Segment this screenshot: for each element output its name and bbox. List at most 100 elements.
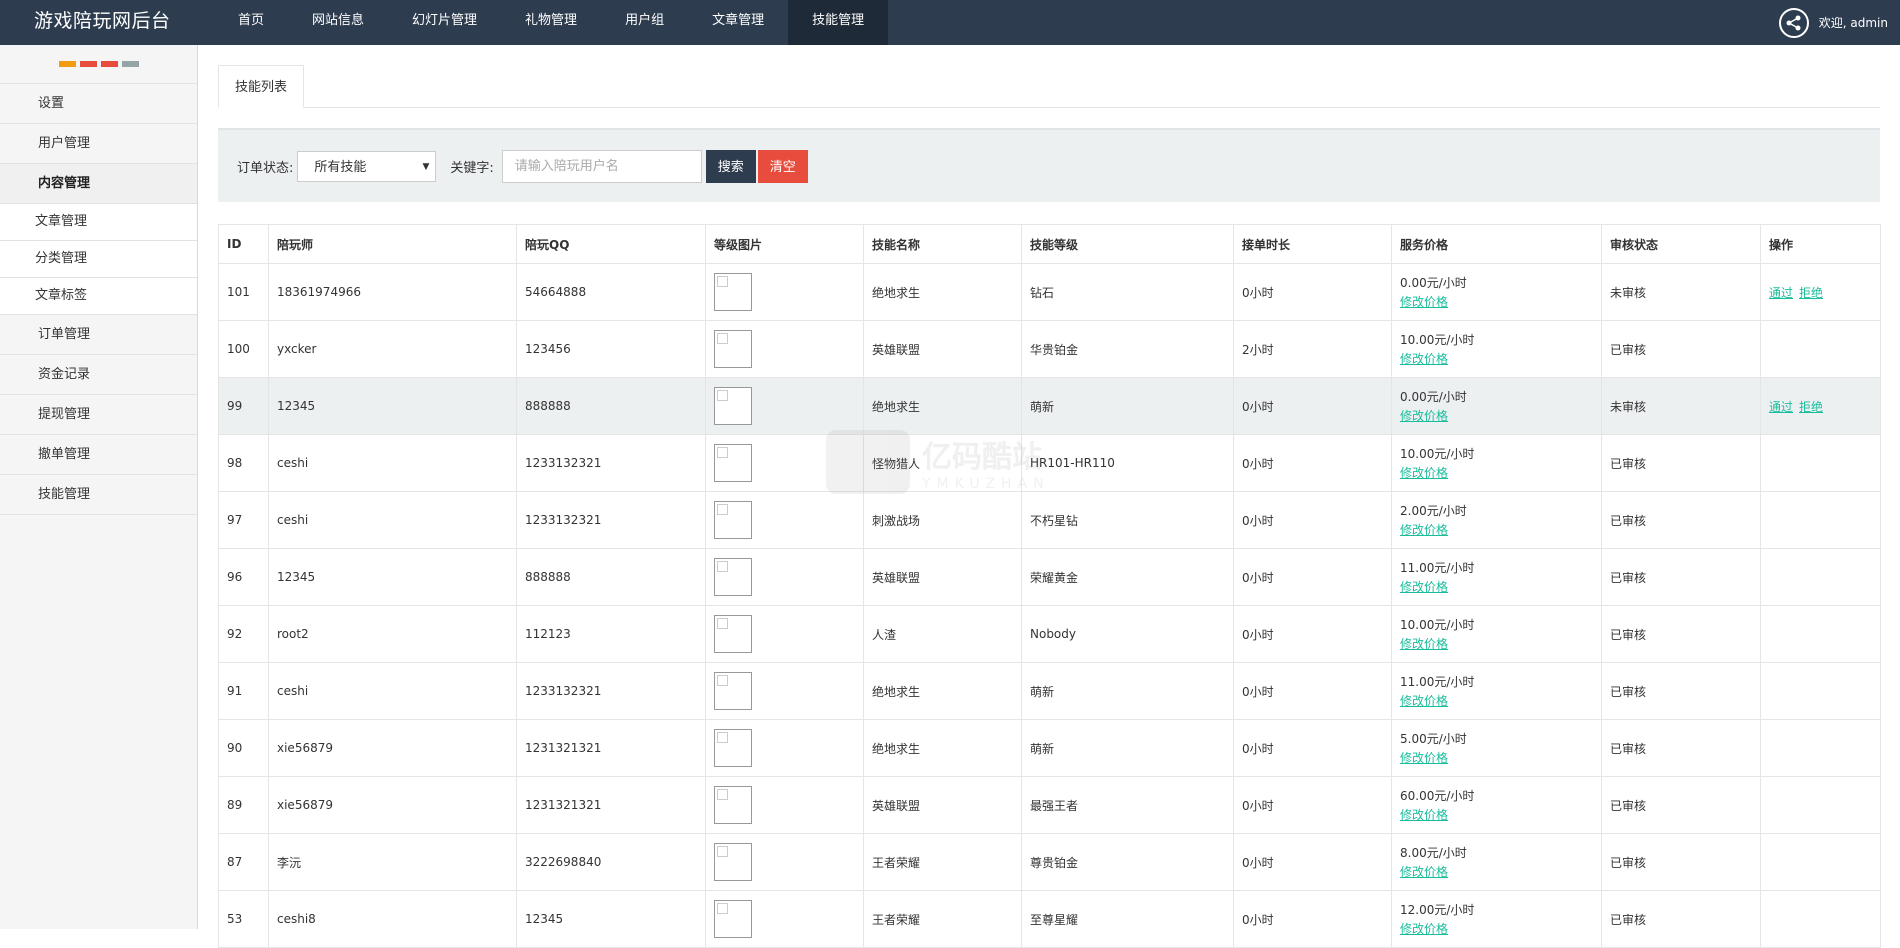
sidebar-item-article-tags[interactable]: 文章标签	[0, 278, 197, 315]
approve-link[interactable]: 通过	[1769, 286, 1793, 300]
cell-skill-level: 萌新	[1021, 377, 1234, 435]
cell-skill-level: 至尊星耀	[1021, 890, 1234, 948]
sidebar-item-content[interactable]: 内容管理	[0, 164, 197, 204]
cell-id: 53	[218, 890, 269, 948]
cell-duration: 0小时	[1233, 491, 1392, 549]
cell-player: xie56879	[268, 776, 517, 834]
cell-id: 98	[218, 434, 269, 492]
edit-price-link[interactable]: 修改价格	[1400, 407, 1448, 424]
nav-user-groups[interactable]: 用户组	[601, 0, 688, 45]
broken-image-icon	[714, 387, 752, 425]
cell-duration: 0小时	[1233, 776, 1392, 834]
broken-image-icon	[714, 330, 752, 368]
cell-review-status: 已审核	[1601, 320, 1761, 378]
price-value: 0.00元/小时	[1400, 390, 1467, 404]
search-button[interactable]: 搜索	[705, 149, 756, 183]
cell-level-image	[705, 491, 864, 549]
cell-review-status: 已审核	[1601, 890, 1761, 948]
cell-price: 2.00元/小时 修改价格	[1391, 491, 1602, 549]
cell-skill-level: 萌新	[1021, 719, 1234, 777]
cell-duration: 0小时	[1233, 548, 1392, 606]
cell-id: 92	[218, 605, 269, 663]
status-select[interactable]: 所有技能 ▼	[297, 150, 437, 182]
cell-skill-level: 最强王者	[1021, 776, 1234, 834]
table-row: 87 李沅 3222698840 王者荣耀 尊贵铂金 0小时 8.00元/小时 修改价格 已审核	[218, 833, 1881, 891]
cell-level-image	[705, 719, 864, 777]
cell-skill-name: 王者荣耀	[863, 833, 1022, 891]
reject-link[interactable]: 拒绝	[1799, 286, 1823, 300]
nav-skills[interactable]: 技能管理	[788, 0, 889, 45]
edit-price-link[interactable]: 修改价格	[1400, 464, 1448, 481]
nav-home[interactable]: 首页	[214, 0, 288, 45]
table-row: 98 ceshi 1233132321 怪物猎人 HR101-HR110 0小时 10.00…	[218, 434, 1881, 492]
cell-qq: 54664888	[516, 263, 706, 321]
table-row: 101 18361974966 54664888 绝地求生 钻石 0小时 0.00元/小时修…	[218, 263, 1881, 321]
cell-actions	[1760, 605, 1881, 663]
status-filter-label: 订单状态:	[237, 160, 294, 176]
cell-price: 8.00元/小时 修改价格	[1391, 833, 1602, 891]
table-row: 90 xie56879 1231321321 绝地求生 萌新 0小时 5.00元/小时 修改价…	[218, 719, 1881, 777]
tab-skill-list[interactable]: 技能列表	[218, 65, 305, 108]
cell-review-status: 已审核	[1601, 662, 1761, 720]
cell-player: root2	[268, 605, 517, 663]
cell-review-status: 已审核	[1601, 548, 1761, 606]
sidebar-item-withdrawals[interactable]: 提现管理	[0, 395, 197, 435]
cell-player: yxcker	[268, 320, 517, 378]
edit-price-link[interactable]: 修改价格	[1400, 863, 1448, 880]
edit-price-link[interactable]: 修改价格	[1400, 293, 1448, 310]
main-content: 技能列表 订单状态: 所有技能 ▼ 关键字: 搜索 清空 ID 陪玩师 陪玩QQ…	[218, 45, 1881, 948]
price-value: 5.00元/小时	[1400, 732, 1467, 746]
keyword-input[interactable]	[501, 149, 702, 183]
sidebar-item-categories[interactable]: 分类管理	[0, 241, 197, 278]
cell-duration: 0小时	[1233, 434, 1392, 492]
clear-button[interactable]: 清空	[757, 149, 808, 183]
cell-qq: 123456	[516, 320, 706, 378]
col-header-level-image: 等级图片	[705, 224, 864, 264]
cell-level-image	[705, 776, 864, 834]
sidebar-item-funds[interactable]: 资金记录	[0, 355, 197, 395]
cell-level-image	[705, 263, 864, 321]
approve-link[interactable]: 通过	[1769, 400, 1793, 414]
sidebar-item-orders[interactable]: 订单管理	[0, 315, 197, 355]
sidebar-item-settings[interactable]: 设置	[0, 84, 197, 124]
nav-gifts[interactable]: 礼物管理	[501, 0, 601, 45]
cell-player: ceshi	[268, 434, 517, 492]
edit-price-link[interactable]: 修改价格	[1400, 635, 1448, 652]
cell-id: 90	[218, 719, 269, 777]
table-header-row: ID 陪玩师 陪玩QQ 等级图片 技能名称 技能等级 接单时长 服务价格 审核状…	[218, 224, 1881, 264]
edit-price-link[interactable]: 修改价格	[1400, 749, 1448, 766]
sidebar-item-skills[interactable]: 技能管理	[0, 475, 197, 515]
nav-articles[interactable]: 文章管理	[688, 0, 788, 45]
nav-site-info[interactable]: 网站信息	[288, 0, 388, 45]
sidebar-item-users[interactable]: 用户管理	[0, 124, 197, 164]
cell-qq: 1233132321	[516, 491, 706, 549]
sidebar-item-cancellations[interactable]: 撤单管理	[0, 435, 197, 475]
cell-skill-level: 萌新	[1021, 662, 1234, 720]
cell-price: 0.00元/小时 修改价格	[1391, 377, 1602, 435]
cell-review-status: 已审核	[1601, 605, 1761, 663]
sidebar-color-dots	[0, 45, 197, 84]
cell-qq: 1231321321	[516, 719, 706, 777]
cell-skill-level: 华贵铂金	[1021, 320, 1234, 378]
edit-price-link[interactable]: 修改价格	[1400, 692, 1448, 709]
table-row: 96 12345 888888 英雄联盟 荣耀黄金 0小时 11.00元/小时 修改价格 已审核	[218, 548, 1881, 606]
edit-price-link[interactable]: 修改价格	[1400, 521, 1448, 538]
col-header-id: ID	[218, 224, 269, 264]
price-value: 10.00元/小时	[1400, 447, 1475, 461]
edit-price-link[interactable]: 修改价格	[1400, 806, 1448, 823]
broken-image-icon	[714, 786, 752, 824]
cell-level-image	[705, 434, 864, 492]
edit-price-link[interactable]: 修改价格	[1400, 578, 1448, 595]
nav-slides[interactable]: 幻灯片管理	[388, 0, 501, 45]
edit-price-link[interactable]: 修改价格	[1400, 350, 1448, 367]
cell-level-image	[705, 833, 864, 891]
price-value: 11.00元/小时	[1400, 675, 1475, 689]
user-menu[interactable]: 欢迎, admin	[1778, 0, 1888, 45]
reject-link[interactable]: 拒绝	[1799, 400, 1823, 414]
cell-price: 10.00元/小时 修改价格	[1391, 320, 1602, 378]
cell-player: 18361974966	[268, 263, 517, 321]
color-dot	[79, 61, 97, 67]
col-header-qq: 陪玩QQ	[516, 224, 706, 264]
table-row: 53 ceshi8 12345 王者荣耀 至尊星耀 0小时 12.00元/小时 修改价格 已审核	[218, 890, 1881, 948]
sidebar-item-articles[interactable]: 文章管理	[0, 204, 197, 241]
